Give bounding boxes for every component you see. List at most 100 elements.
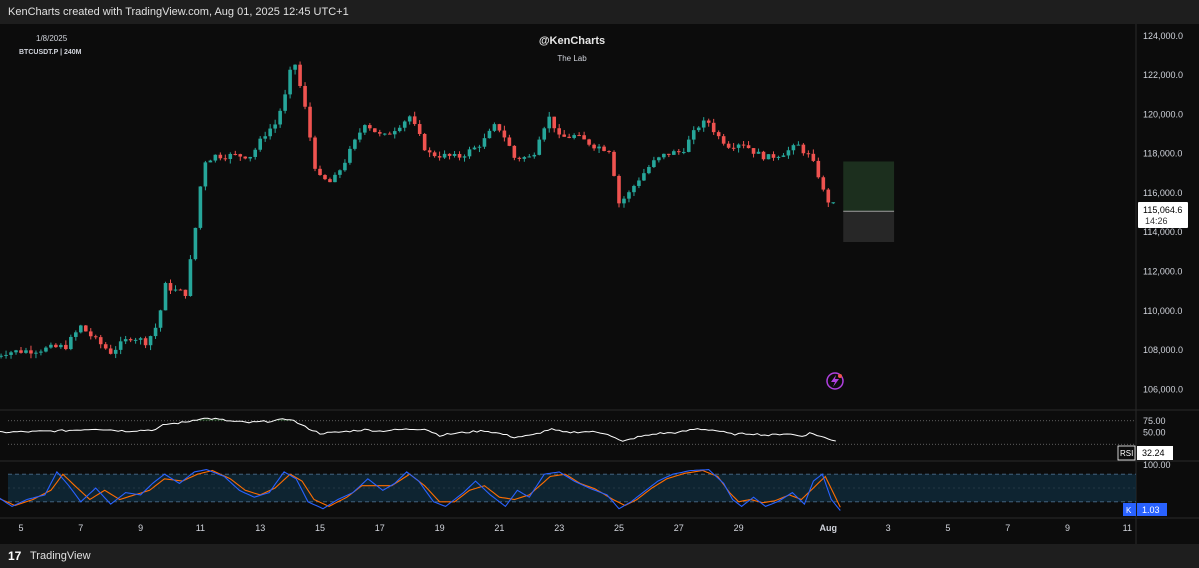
candle-body — [9, 352, 13, 355]
time-tick-label: 9 — [1065, 523, 1070, 533]
time-tick-label: Aug — [820, 523, 838, 533]
chart-svg[interactable]: 75.00 50.00 100.00 124,000.0 122,000.0 120,… — [0, 24, 1199, 544]
candle-body — [0, 355, 3, 357]
candle-body — [517, 157, 522, 159]
candle-body — [412, 116, 417, 125]
candle-body — [467, 149, 472, 157]
projection-stop-zone — [843, 211, 895, 243]
candle-body — [203, 162, 208, 187]
price-tick-label: 122,000.0 — [1143, 70, 1183, 80]
candle-body — [387, 133, 392, 135]
candle-body — [293, 64, 297, 70]
candle-body — [582, 135, 586, 140]
candle-body — [168, 283, 173, 291]
candle-body — [667, 153, 671, 155]
candle-body — [243, 156, 248, 159]
candle-body — [338, 170, 342, 175]
watermark-title: @KenCharts — [539, 35, 605, 47]
chart-area[interactable]: 75.00 50.00 100.00 124,000.0 122,000.0 120,… — [0, 24, 1199, 544]
candle-body — [706, 120, 711, 123]
candle-body — [482, 138, 487, 147]
candle-body — [577, 135, 581, 137]
candle-body — [592, 144, 596, 149]
candle-body — [432, 152, 437, 157]
time-tick-label: 21 — [494, 523, 504, 533]
candle-body — [353, 139, 357, 149]
candle-body — [507, 137, 512, 146]
candle-body — [731, 147, 736, 149]
candle-body — [143, 338, 148, 346]
candle-body — [746, 145, 751, 149]
time-tick-label: 23 — [554, 523, 564, 533]
candle-body — [213, 154, 218, 161]
candle-body — [323, 175, 327, 180]
candle-body — [253, 149, 258, 157]
candle-body — [457, 154, 462, 158]
candle-body — [597, 146, 601, 149]
candle-body — [522, 157, 527, 159]
time-tick-label: 17 — [375, 523, 385, 533]
candle-body — [622, 198, 626, 204]
candle-body — [796, 144, 801, 146]
candle-body — [771, 154, 776, 158]
candle-body — [751, 148, 756, 154]
candle-body — [392, 131, 397, 135]
stoch-value-text: 1.03 — [1142, 505, 1160, 515]
candle-body — [148, 336, 153, 346]
price-tick-label: 108,000.0 — [1143, 345, 1183, 355]
candle-body — [258, 138, 262, 150]
stoch-axis-label: 100.00 — [1143, 460, 1171, 470]
candle-body — [472, 147, 477, 150]
candle-body — [59, 344, 63, 348]
candle-body — [88, 331, 93, 337]
lightning-icon[interactable] — [826, 372, 844, 390]
candle-body — [193, 227, 198, 260]
candle-body — [612, 151, 616, 176]
candle-body — [333, 174, 337, 183]
candle-body — [662, 153, 666, 158]
candle-body — [791, 145, 796, 151]
candle-body — [686, 139, 691, 152]
candle-body — [158, 310, 163, 328]
candle-body — [447, 153, 452, 156]
candle-body — [74, 332, 78, 337]
price-tick-label: 120,000.0 — [1143, 109, 1183, 119]
candle-body — [123, 339, 128, 342]
candle-body — [348, 148, 352, 163]
candle-body — [821, 177, 826, 190]
candle-body — [781, 155, 786, 157]
candle-body — [198, 186, 203, 228]
candle-body — [298, 64, 302, 86]
candle-body — [173, 289, 178, 291]
candle-body — [248, 156, 253, 159]
time-tick-label: 5 — [945, 523, 950, 533]
price-tick-label: 124,000.0 — [1143, 31, 1183, 41]
attribution-text: KenCharts created with TradingView.com, … — [8, 6, 349, 18]
price-tick-label: 116,000.0 — [1143, 188, 1182, 198]
candle-body — [368, 125, 372, 129]
time-tick-label: 15 — [315, 523, 325, 533]
time-tick-label: 9 — [138, 523, 143, 533]
candle-body — [118, 341, 123, 350]
candle-body — [153, 327, 158, 337]
candle-body — [557, 128, 561, 135]
candle-body — [487, 130, 492, 139]
candle-body — [492, 124, 497, 131]
candle-body — [358, 132, 362, 140]
candle-body — [652, 160, 656, 168]
candle-body — [69, 336, 73, 350]
candle-body — [477, 146, 482, 148]
candle-body — [691, 130, 696, 140]
candle-body — [672, 151, 676, 155]
candle-body — [238, 154, 243, 157]
grid-layer — [0, 24, 1199, 544]
price-tick-label: 110,000.0 — [1143, 306, 1182, 316]
candle-body — [761, 151, 766, 160]
symbol-label: BTCUSDT.P | 240M — [19, 49, 82, 56]
candle-body — [34, 352, 38, 354]
candle-body — [442, 153, 447, 158]
tradingview-logo-icon: 17 — [8, 549, 22, 563]
time-tick-label: 19 — [435, 523, 445, 533]
candle-body — [263, 136, 267, 139]
time-tick-label: 11 — [1123, 523, 1132, 533]
